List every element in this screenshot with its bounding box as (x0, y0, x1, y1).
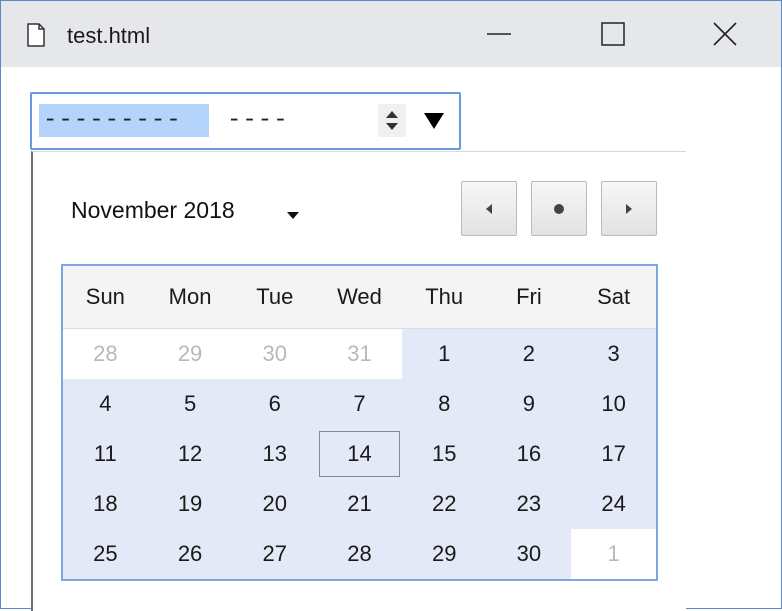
calendar-day[interactable]: 7 (317, 379, 402, 429)
calendar-day[interactable]: 21 (317, 479, 402, 529)
calendar-day[interactable]: 28 (63, 329, 148, 379)
calendar-day[interactable]: 30 (486, 529, 572, 579)
weekday-header: Sun Mon Tue Wed Thu Fri Sat (63, 266, 656, 329)
spin-buttons[interactable] (378, 104, 406, 137)
calendar-day[interactable]: 8 (401, 379, 487, 429)
month-year-selector[interactable]: November 2018 (71, 196, 235, 224)
weekday-mon: Mon (168, 284, 212, 309)
minimize-button[interactable] (469, 1, 529, 67)
window-title: test.html (67, 23, 151, 48)
spinner-arrows-icon (386, 111, 398, 130)
calendar-day[interactable]: 16 (486, 429, 572, 479)
document-icon (27, 23, 45, 47)
browser-window: test.html --------- ---- November 2018 S… (0, 0, 782, 611)
close-icon (713, 22, 737, 46)
maximize-button[interactable] (583, 1, 643, 67)
triangle-down-icon (424, 113, 444, 129)
calendar-day[interactable]: 12 (147, 429, 233, 479)
calendar-day[interactable]: 18 (63, 479, 148, 529)
caret-down-icon[interactable] (287, 207, 299, 219)
calendar-day[interactable]: 6 (232, 379, 318, 429)
calendar-day[interactable]: 3 (571, 329, 656, 379)
triangle-left-icon (486, 203, 492, 214)
weekday-sun: Sun (85, 284, 125, 309)
calendar-day[interactable]: 9 (486, 379, 572, 429)
weekday-sat: Sat (597, 284, 631, 309)
calendar-days: 28 29 30 31 1 2 3 4 5 6 7 8 9 10 11 12 13 14 15 16 17 18 19 20 2… (63, 329, 656, 579)
calendar-day[interactable]: 26 (147, 529, 233, 579)
weekday-fri: Fri (516, 284, 542, 309)
calendar-day[interactable]: 27 (232, 529, 318, 579)
dropdown-arrow-button[interactable] (422, 110, 446, 132)
weekday-thu: Thu (425, 284, 464, 309)
close-button[interactable] (695, 1, 755, 67)
calendar-day[interactable]: 15 (401, 429, 487, 479)
maximize-icon (601, 22, 625, 46)
calendar-day[interactable]: 25 (63, 529, 148, 579)
triangle-right-icon (626, 203, 632, 214)
calendar-grid: Sun Mon Tue Wed Thu Fri Sat 28 29 30 31 1 2 3 4… (61, 264, 658, 581)
calendar-day[interactable]: 11 (63, 429, 148, 479)
title-bar: test.html (1, 1, 781, 67)
calendar-day[interactable]: 2 (486, 329, 572, 379)
calendar-day[interactable]: 19 (147, 479, 233, 529)
calendar-day[interactable]: 29 (147, 329, 233, 379)
weekday-wed: Wed (337, 284, 382, 309)
minimize-icon (487, 22, 511, 46)
calendar-day-today[interactable]: 14 (317, 429, 402, 479)
weekday-tue: Tue (256, 284, 294, 309)
calendar-day[interactable]: 5 (147, 379, 233, 429)
calendar-day[interactable]: 20 (232, 479, 318, 529)
calendar-popup: November 2018 Sun Mon Tue Wed Thu Fri Sa… (31, 151, 686, 611)
calendar-day[interactable]: 1 (571, 529, 656, 579)
previous-month-button[interactable] (461, 181, 517, 236)
dot-icon (554, 203, 564, 214)
today-button[interactable] (531, 181, 587, 236)
month-segment[interactable]: --------- (39, 104, 209, 137)
calendar-day[interactable]: 4 (63, 379, 148, 429)
calendar-day[interactable]: 30 (232, 329, 318, 379)
calendar-day[interactable]: 29 (401, 529, 487, 579)
calendar-day[interactable]: 28 (317, 529, 402, 579)
calendar-day[interactable]: 1 (401, 329, 487, 379)
calendar-day[interactable]: 31 (317, 329, 402, 379)
calendar-day[interactable]: 22 (401, 479, 487, 529)
next-month-button[interactable] (601, 181, 657, 236)
month-date-input[interactable]: --------- ---- (30, 92, 461, 150)
calendar-day[interactable]: 17 (571, 429, 656, 479)
calendar-day[interactable]: 13 (232, 429, 318, 479)
calendar-day[interactable]: 23 (486, 479, 572, 529)
year-segment[interactable]: ---- (227, 104, 307, 137)
calendar-day[interactable]: 10 (571, 379, 656, 429)
calendar-day[interactable]: 24 (571, 479, 656, 529)
